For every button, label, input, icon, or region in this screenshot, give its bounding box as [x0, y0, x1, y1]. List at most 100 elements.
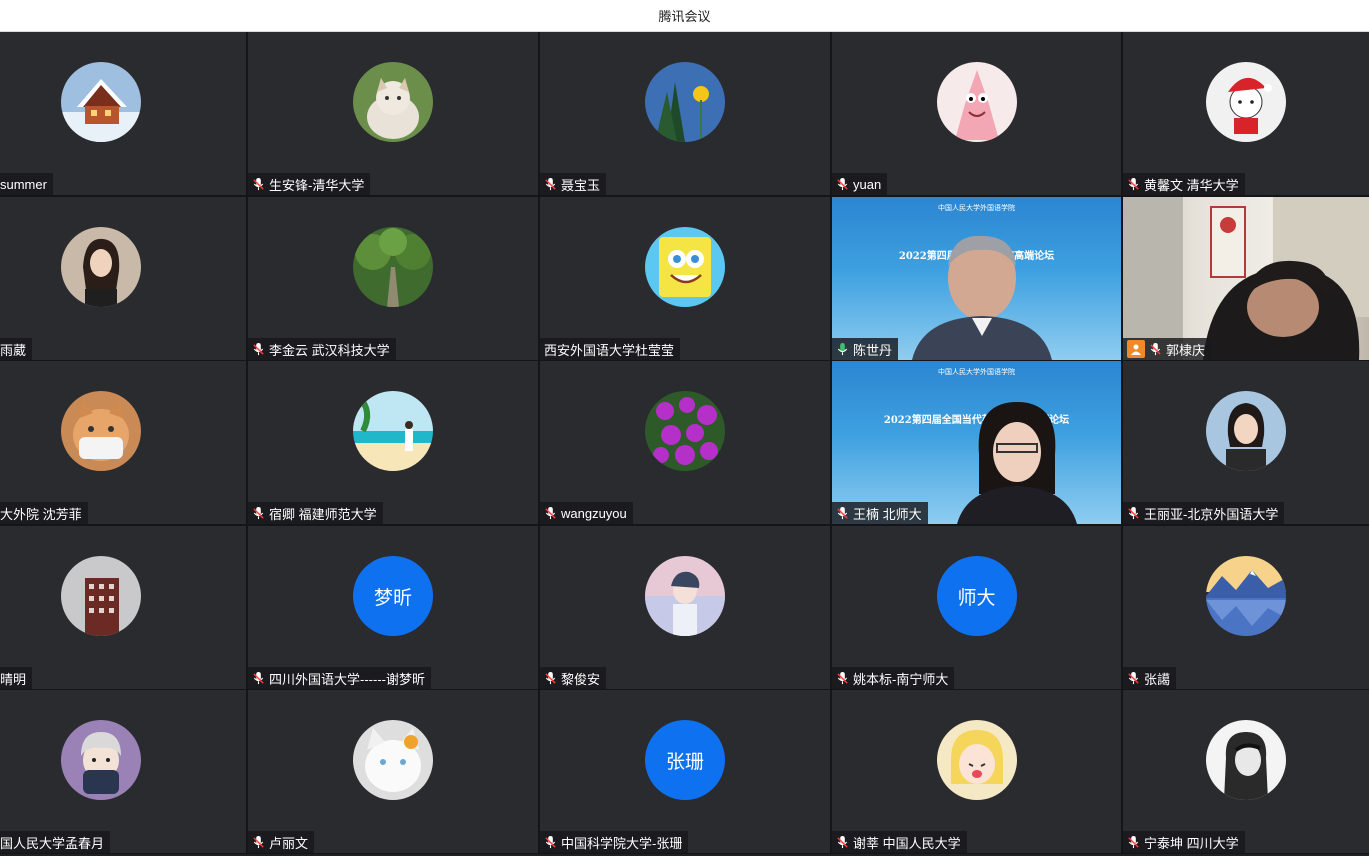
building-avatar — [60, 556, 141, 636]
participant-name-label: 谢莘 中国人民大学 — [832, 831, 967, 853]
participant-name: 陈世丹 — [853, 342, 893, 358]
white-cat-avatar — [353, 720, 433, 800]
participant-name-label: 生安锋-清华大学 — [248, 173, 371, 195]
participant-tile[interactable]: 王丽亚-北京外国语大学 — [1123, 361, 1369, 524]
participant-name: 聂宝玉 — [561, 177, 601, 193]
participant-tile[interactable]: 黎俊安 — [540, 526, 830, 689]
mic-muted-icon — [1127, 671, 1144, 686]
participant-name: 王丽亚-北京外国语大学 — [1144, 506, 1279, 522]
participant-name: 李金云 武汉科技大学 — [269, 342, 390, 358]
participant-tile[interactable]: 张珊中国科学院大学-张珊 — [540, 690, 830, 853]
participant-name: 大外院 沈芳菲 — [0, 506, 82, 522]
masked-cat-avatar — [60, 391, 141, 471]
participant-name: 宿卿 福建师范大学 — [269, 506, 377, 522]
participant-name-label: 黄馨文 清华大学 — [1123, 173, 1245, 195]
participant-name-label: 李金云 武汉科技大学 — [248, 338, 396, 360]
participant-tile[interactable]: summer — [0, 32, 246, 195]
banner-logo-text: 中国人民大学外国语学院 — [938, 205, 1015, 212]
participant-name: yuan — [853, 176, 882, 192]
participant-tile[interactable]: 张譪 — [1123, 526, 1369, 689]
cat-avatar — [353, 62, 433, 142]
initials-avatar: 梦昕 — [353, 556, 433, 636]
participant-name: 张譪 — [1144, 671, 1171, 687]
participant-name: 黎俊安 — [561, 671, 601, 687]
participant-name-label: 王楠 北师大 — [832, 502, 928, 524]
sailor-moon-avatar — [936, 720, 1017, 800]
participant-name-label: 聂宝玉 — [540, 173, 607, 195]
sketch-man-avatar — [1206, 720, 1286, 800]
participant-tile[interactable]: 宁泰坤 四川大学 — [1123, 690, 1369, 853]
participant-tile[interactable]: 雨葳 — [0, 197, 246, 360]
participant-tile[interactable]: 谢莘 中国人民大学 — [832, 690, 1121, 853]
mic-on-icon — [836, 342, 853, 357]
beach-girl-avatar — [353, 391, 433, 471]
participant-tile[interactable]: 晴明 — [0, 526, 246, 689]
participant-name: 西安外国语大学杜莹莹 — [544, 342, 675, 358]
participant-video-tile[interactable]: 中国人民大学外国语学院2022第四届 ··· 前沿研究高端论坛陈世丹 — [832, 197, 1121, 360]
mic-muted-icon — [1127, 177, 1144, 192]
participant-name: summer — [0, 176, 47, 192]
participant-tile[interactable]: 师大姚本标-南宁师大 — [832, 526, 1121, 689]
spongebob-avatar — [645, 227, 725, 307]
participant-name: 郭棣庆 — [1166, 342, 1206, 358]
participant-name: 宁泰坤 四川大学 — [1144, 835, 1239, 851]
mic-muted-icon — [1149, 342, 1166, 357]
participant-video-tile[interactable]: 中国人民大学外国语学院 2022第四届全国当代英 ··· 研究高端论坛 王楠 北师大 — [832, 361, 1121, 524]
participant-name: 国人民大学孟春月 — [0, 835, 105, 851]
woman-portrait-avatar — [1206, 391, 1286, 471]
mic-muted-icon — [252, 835, 269, 850]
participant-name-label: 宁泰坤 四川大学 — [1123, 831, 1245, 853]
tree-avenue-avatar — [353, 227, 433, 307]
participant-name-label: 西安外国语大学杜莹莹 — [540, 338, 681, 360]
anime-boy-avatar — [645, 556, 725, 636]
participant-name: 生安锋-清华大学 — [269, 177, 365, 193]
participant-video-tile[interactable]: 郭棣庆 — [1123, 197, 1369, 360]
participant-tile[interactable]: 生安锋-清华大学 — [248, 32, 538, 195]
mic-muted-icon — [836, 177, 853, 192]
video-feed — [1123, 197, 1369, 360]
participant-name: 谢莘 中国人民大学 — [853, 835, 961, 851]
participant-tile[interactable]: 大外院 沈芳菲 — [0, 361, 246, 524]
participant-tile[interactable]: 国人民大学孟春月 — [0, 690, 246, 853]
participant-name-label: 陈世丹 — [832, 338, 899, 360]
participant-tile[interactable]: 西安外国语大学杜莹莹 — [540, 197, 830, 360]
woman-photo-avatar — [60, 227, 141, 307]
participant-name-label: 姚本标-南宁师大 — [832, 667, 955, 689]
person-silhouette — [912, 235, 1052, 360]
participant-name-label: 宿卿 福建师范大学 — [248, 502, 383, 524]
mountain-lake-avatar — [1206, 556, 1286, 636]
participant-name: 王楠 北师大 — [853, 506, 922, 522]
participant-tile[interactable]: 黄馨文 清华大学 — [1123, 32, 1369, 195]
christmas-girl-avatar — [1206, 62, 1286, 142]
participant-name-label: 雨葳 — [0, 338, 33, 360]
mic-muted-icon — [544, 506, 561, 521]
window-title: 腾讯会议 — [0, 0, 1369, 32]
participant-name-label: 郭棣庆 — [1123, 338, 1212, 360]
participant-tile[interactable]: 李金云 武汉科技大学 — [248, 197, 538, 360]
mic-muted-icon — [544, 835, 561, 850]
participant-grid: summer 生安锋-清华大学 聂宝玉 yuan 黄馨文 清华大学雨葳 李金云 武汉科技大… — [0, 32, 1369, 854]
participant-tile[interactable]: 聂宝玉 — [540, 32, 830, 195]
mic-muted-icon — [836, 506, 853, 521]
mic-muted-icon — [1127, 506, 1144, 521]
participant-tile[interactable]: wangzuyou — [540, 361, 830, 524]
initials-avatar: 师大 — [936, 556, 1017, 636]
participant-name-label: 国人民大学孟春月 — [0, 831, 111, 853]
mic-muted-icon — [252, 342, 269, 357]
participant-name-label: yuan — [832, 173, 888, 195]
participant-tile[interactable]: 梦昕四川外国语大学------谢梦昕 — [248, 526, 538, 689]
mic-muted-icon — [1127, 835, 1144, 850]
participant-name-label: summer — [0, 173, 53, 195]
participant-tile[interactable]: yuan — [832, 32, 1121, 195]
participant-name-label: 黎俊安 — [540, 667, 607, 689]
sunflower-tree-avatar — [645, 62, 725, 142]
participant-tile[interactable]: 卢丽文 — [248, 690, 538, 853]
mic-muted-icon — [252, 177, 269, 192]
banner-logo-text: 中国人民大学外国语学院 — [938, 369, 1015, 376]
participant-name-label: 中国科学院大学-张珊 — [540, 831, 689, 853]
participant-name-label: 四川外国语大学------谢梦昕 — [248, 667, 431, 689]
participant-tile[interactable]: 宿卿 福建师范大学 — [248, 361, 538, 524]
initials-avatar: 张珊 — [645, 720, 725, 800]
participant-name-label: 大外院 沈芳菲 — [0, 502, 88, 524]
participant-name-label: 晴明 — [0, 667, 33, 689]
